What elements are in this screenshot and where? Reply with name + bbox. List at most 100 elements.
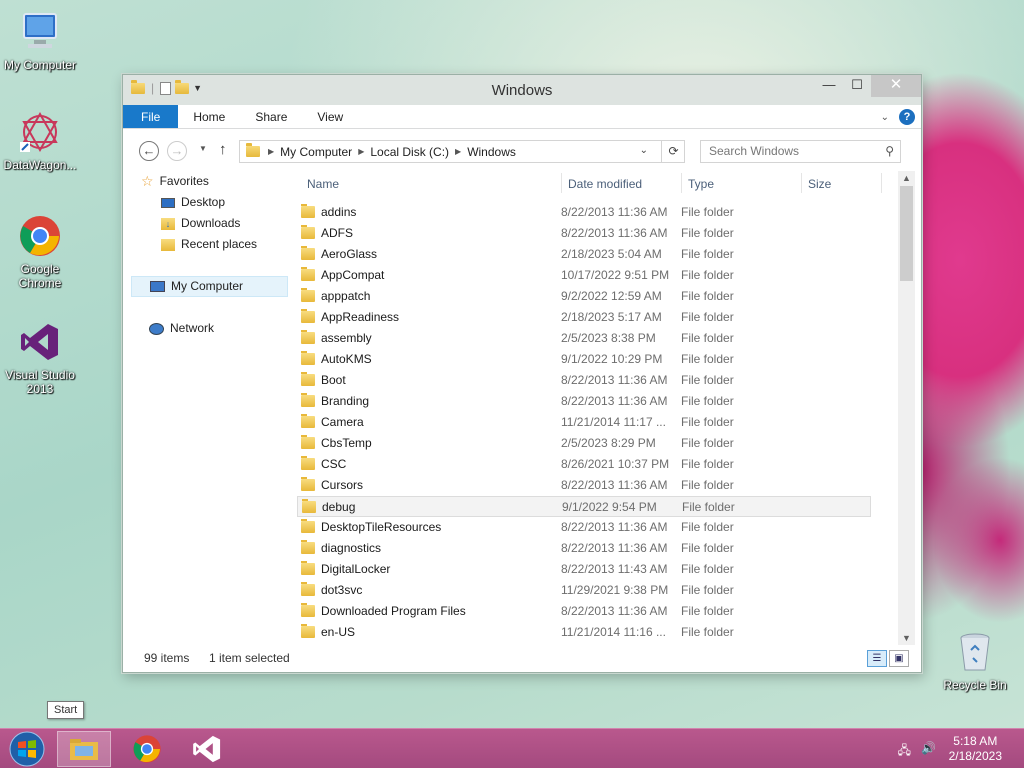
nav-my-computer[interactable]: My Computer <box>131 276 288 297</box>
file-date-modified: 2/5/2023 8:38 PM <box>561 331 656 345</box>
details-view-icon: ☰ <box>872 653 882 664</box>
network-icon[interactable]: 🖧 <box>898 741 911 762</box>
item-count: 99 items <box>144 651 190 665</box>
breadcrumb-separator-icon[interactable]: ▶ <box>358 147 364 156</box>
details-view-button[interactable]: ☰ <box>867 650 887 667</box>
file-type: File folder <box>681 541 734 555</box>
nav-network[interactable]: Network <box>149 318 214 339</box>
file-row[interactable]: Boot 8/22/2013 11:36 AM File folder <box>297 370 871 391</box>
title-bar[interactable]: | ▼ Windows — ☐ ✕ <box>123 75 921 105</box>
address-history-chevron-icon[interactable]: ⌄ <box>640 145 648 156</box>
up-button[interactable]: ↑ <box>219 141 227 158</box>
file-row[interactable]: AppReadiness 2/18/2023 5:17 AM File folder <box>297 307 871 328</box>
refresh-button[interactable]: ⟳ <box>661 140 685 163</box>
nav-recent-places[interactable]: Recent places <box>161 234 257 255</box>
scroll-up-icon[interactable]: ▲ <box>898 173 915 183</box>
file-name: AppCompat <box>321 268 385 282</box>
desktop-icon-my-computer[interactable]: My Computer <box>0 10 80 72</box>
recycle-bin-icon <box>953 630 997 674</box>
my-computer-icon <box>150 281 165 292</box>
address-bar[interactable]: ▶ My Computer ▶ Local Disk (C:) ▶ Window… <box>239 140 685 163</box>
file-row[interactable]: CbsTemp 2/5/2023 8:29 PM File folder <box>297 433 871 454</box>
forward-button[interactable]: → <box>167 141 187 161</box>
large-icons-view-button[interactable]: ▣ <box>889 650 909 667</box>
file-row[interactable]: debug 9/1/2022 9:54 PM File folder <box>297 496 871 517</box>
column-divider[interactable] <box>561 173 562 193</box>
nav-downloads[interactable]: ↓ Downloads <box>161 213 240 234</box>
maximize-button[interactable]: ☐ <box>843 75 871 97</box>
file-name: AeroGlass <box>321 247 378 261</box>
folder-icon <box>301 393 315 407</box>
column-divider[interactable] <box>881 173 882 193</box>
file-row[interactable]: apppatch 9/2/2022 12:59 AM File folder <box>297 286 871 307</box>
help-icon[interactable]: ? <box>899 109 915 125</box>
file-row[interactable]: AeroGlass 2/18/2023 5:04 AM File folder <box>297 244 871 265</box>
desktop-icon-recycle-bin[interactable]: Recycle Bin <box>935 630 1015 692</box>
file-row[interactable]: en-US 11/21/2014 11:16 ... File folder <box>297 622 871 639</box>
taskbar-visual-studio[interactable] <box>180 731 234 767</box>
file-name: CSC <box>321 457 347 471</box>
explorer-window: | ▼ Windows — ☐ ✕ File Home Share View ⌄… <box>122 74 922 673</box>
file-row[interactable]: AutoKMS 9/1/2022 10:29 PM File folder <box>297 349 871 370</box>
file-row[interactable]: Downloaded Program Files 8/22/2013 11:36 … <box>297 601 871 622</box>
column-divider[interactable] <box>681 173 682 193</box>
file-row[interactable]: ADFS 8/22/2013 11:36 AM File folder <box>297 223 871 244</box>
column-header-size[interactable]: Size <box>808 171 831 197</box>
desktop-icon-datawagon[interactable]: DataWagon... <box>0 110 80 172</box>
taskbar-file-explorer[interactable] <box>57 731 111 767</box>
column-header-name[interactable]: Name <box>307 171 339 197</box>
breadcrumb-my-computer[interactable]: My Computer <box>280 145 352 159</box>
clock[interactable]: 5:18 AM 2/18/2023 <box>949 734 1002 764</box>
file-row[interactable]: Camera 11/21/2014 11:17 ... File folder <box>297 412 871 433</box>
scroll-thumb[interactable] <box>900 186 913 281</box>
file-row[interactable]: assembly 2/5/2023 8:38 PM File folder <box>297 328 871 349</box>
breadcrumb-separator-icon[interactable]: ▶ <box>455 147 461 156</box>
tab-home[interactable]: Home <box>178 105 240 128</box>
file-name: apppatch <box>321 289 371 303</box>
desktop-icon-chrome[interactable]: Google Chrome <box>0 214 80 290</box>
visual-studio-icon <box>193 735 221 763</box>
search-input[interactable]: Search Windows ⚲ <box>700 140 901 163</box>
file-date-modified: 8/22/2013 11:36 AM <box>561 520 668 534</box>
minimize-button[interactable]: — <box>815 75 843 97</box>
tab-view[interactable]: View <box>302 105 358 128</box>
taskbar-chrome[interactable] <box>120 731 174 767</box>
column-header-type[interactable]: Type <box>688 171 714 197</box>
tab-file[interactable]: File <box>123 105 179 128</box>
window-controls: — ☐ ✕ <box>815 75 921 97</box>
file-explorer-icon <box>70 739 98 760</box>
volume-icon[interactable]: 🔊 <box>921 741 936 762</box>
taskbar: 🖧 🔊 5:18 AM 2/18/2023 <box>0 728 1024 768</box>
breadcrumb-windows[interactable]: Windows <box>467 145 516 159</box>
start-button[interactable] <box>0 731 54 767</box>
file-row[interactable]: Branding 8/22/2013 11:36 AM File folder <box>297 391 871 412</box>
column-divider[interactable] <box>801 173 802 193</box>
desktop-icon-visual-studio[interactable]: Visual Studio 2013 <box>0 320 80 396</box>
breadcrumb-local-disk[interactable]: Local Disk (C:) <box>370 145 449 159</box>
downloads-icon: ↓ <box>161 217 175 230</box>
file-row[interactable]: dot3svc 11/29/2021 9:38 PM File folder <box>297 580 871 601</box>
file-row[interactable]: addins 8/22/2013 11:36 AM File folder <box>297 202 871 223</box>
folder-icon <box>246 143 260 157</box>
file-type: File folder <box>681 352 734 366</box>
file-row[interactable]: diagnostics 8/22/2013 11:36 AM File folder <box>297 538 871 559</box>
scroll-down-icon[interactable]: ▼ <box>898 633 915 643</box>
desktop-icon-label: DataWagon... <box>3 158 77 172</box>
file-row[interactable]: Cursors 8/22/2013 11:36 AM File folder <box>297 475 871 496</box>
file-row[interactable]: DigitalLocker 8/22/2013 11:43 AM File fold… <box>297 559 871 580</box>
file-row[interactable]: DesktopTileResources 8/22/2013 11:36 AM Fi… <box>297 517 871 538</box>
file-row[interactable]: AppCompat 10/17/2022 9:51 PM File folder <box>297 265 871 286</box>
file-type: File folder <box>681 394 734 408</box>
file-date-modified: 2/5/2023 8:29 PM <box>561 436 656 450</box>
column-header-date-modified[interactable]: Date modified <box>568 171 642 197</box>
vertical-scrollbar[interactable]: ▲ ▼ <box>898 171 915 645</box>
expand-ribbon-icon[interactable]: ⌄ <box>881 112 889 123</box>
close-button[interactable]: ✕ <box>871 75 921 97</box>
nav-favorites[interactable]: ☆ Favorites <box>141 171 209 192</box>
back-button[interactable]: ← <box>139 141 159 161</box>
recent-locations-chevron-icon[interactable]: ▼ <box>199 144 207 153</box>
tab-share[interactable]: Share <box>240 105 302 128</box>
folder-icon <box>301 414 315 428</box>
nav-desktop[interactable]: Desktop <box>161 192 225 213</box>
file-row[interactable]: CSC 8/26/2021 10:37 PM File folder <box>297 454 871 475</box>
